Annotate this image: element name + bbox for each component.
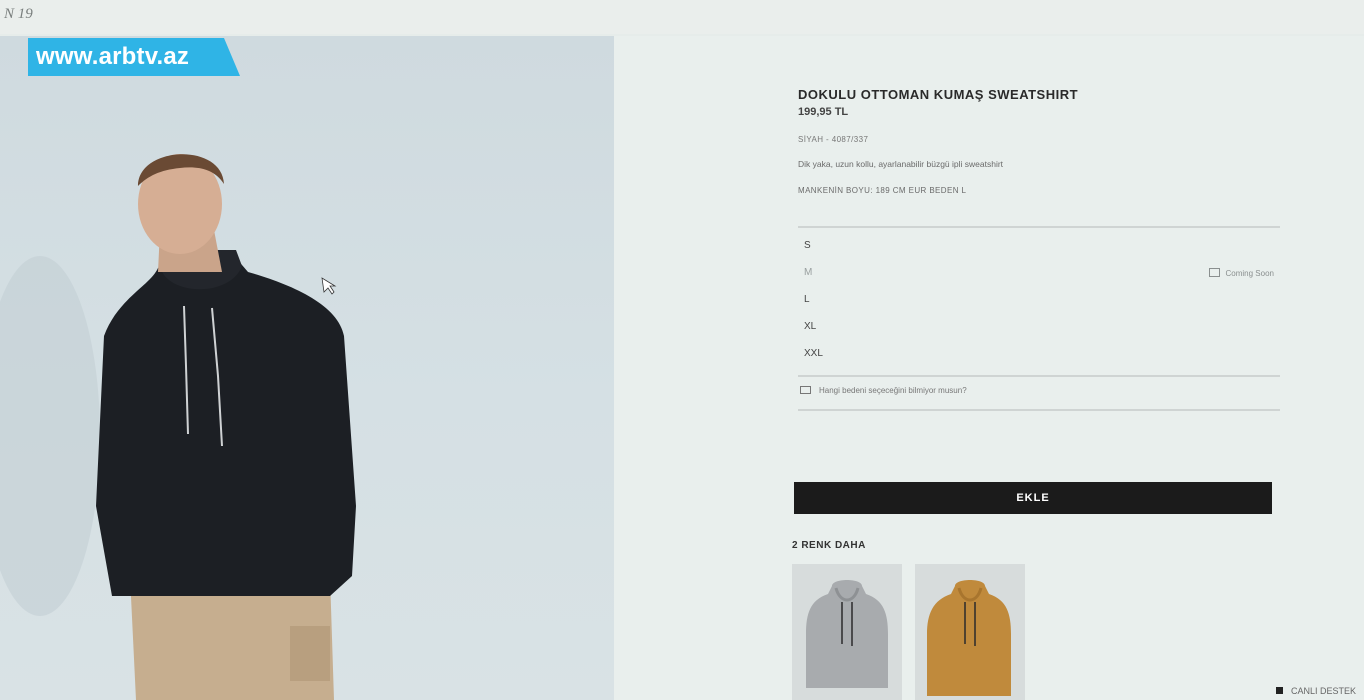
size-label: XXL — [804, 348, 823, 359]
product-sku: SİYAH - 4087/337 — [798, 135, 869, 144]
grey-hoodie-icon — [806, 580, 888, 688]
mustard-hoodie-icon — [927, 580, 1011, 696]
size-guide-link[interactable]: Hangi bedeni seçeceğini bilmiyor musun? — [800, 386, 967, 395]
more-colors-title: 2 RENK DAHA — [792, 540, 866, 551]
color-option-grey[interactable] — [792, 564, 902, 700]
size-label: M — [804, 267, 813, 278]
size-label: XL — [804, 321, 817, 332]
size-option-m[interactable]: M Coming Soon — [798, 263, 1280, 290]
live-support-label: CANLI DESTEK — [1291, 686, 1357, 696]
size-option-xxl[interactable]: XXL — [798, 344, 1280, 371]
product-description: Dik yaka, uzun kollu, ayarlanabilir büzg… — [798, 159, 1004, 169]
ruler-icon — [800, 386, 811, 394]
color-option-mustard[interactable] — [915, 564, 1025, 700]
size-option-xl[interactable]: XL — [798, 317, 1280, 344]
mouse-cursor — [321, 277, 337, 295]
coming-soon-label: Coming Soon — [1225, 269, 1274, 278]
chat-icon — [1276, 687, 1283, 694]
product-photo[interactable] — [0, 36, 614, 700]
size-guide-text: Hangi bedeni seçeceğini bilmiyor musun? — [819, 386, 967, 395]
model-size-info: MANKENİN BOYU: 189 CM EUR BEDEN L — [798, 186, 967, 195]
divider — [798, 226, 1280, 228]
mail-icon — [1208, 268, 1220, 277]
add-to-cart-button[interactable]: EKLE — [794, 482, 1272, 514]
browser-top-bar: N 19 — [0, 0, 1364, 34]
product-title: DOKULU OTTOMAN KUMAŞ SWEATSHIRT — [798, 87, 1079, 102]
watermark-badge: www.arbtv.az — [28, 38, 240, 76]
divider — [798, 409, 1280, 411]
sweatshirt — [96, 258, 356, 596]
site-logo[interactable]: N 19 — [4, 6, 33, 23]
product-price: 199,95 TL — [798, 106, 849, 118]
size-option-l[interactable]: L — [798, 290, 1280, 317]
size-label: S — [804, 240, 811, 251]
coming-soon-notice[interactable]: Coming Soon — [1208, 268, 1274, 278]
size-selector: S M Coming Soon L XL XXL — [798, 236, 1280, 371]
divider — [798, 375, 1280, 377]
size-label: L — [804, 294, 810, 305]
size-option-s[interactable]: S — [798, 236, 1280, 263]
live-support-button[interactable]: CANLI DESTEK — [1276, 686, 1356, 696]
watermark-text: www.arbtv.az — [36, 43, 190, 70]
model-image — [0, 154, 356, 700]
